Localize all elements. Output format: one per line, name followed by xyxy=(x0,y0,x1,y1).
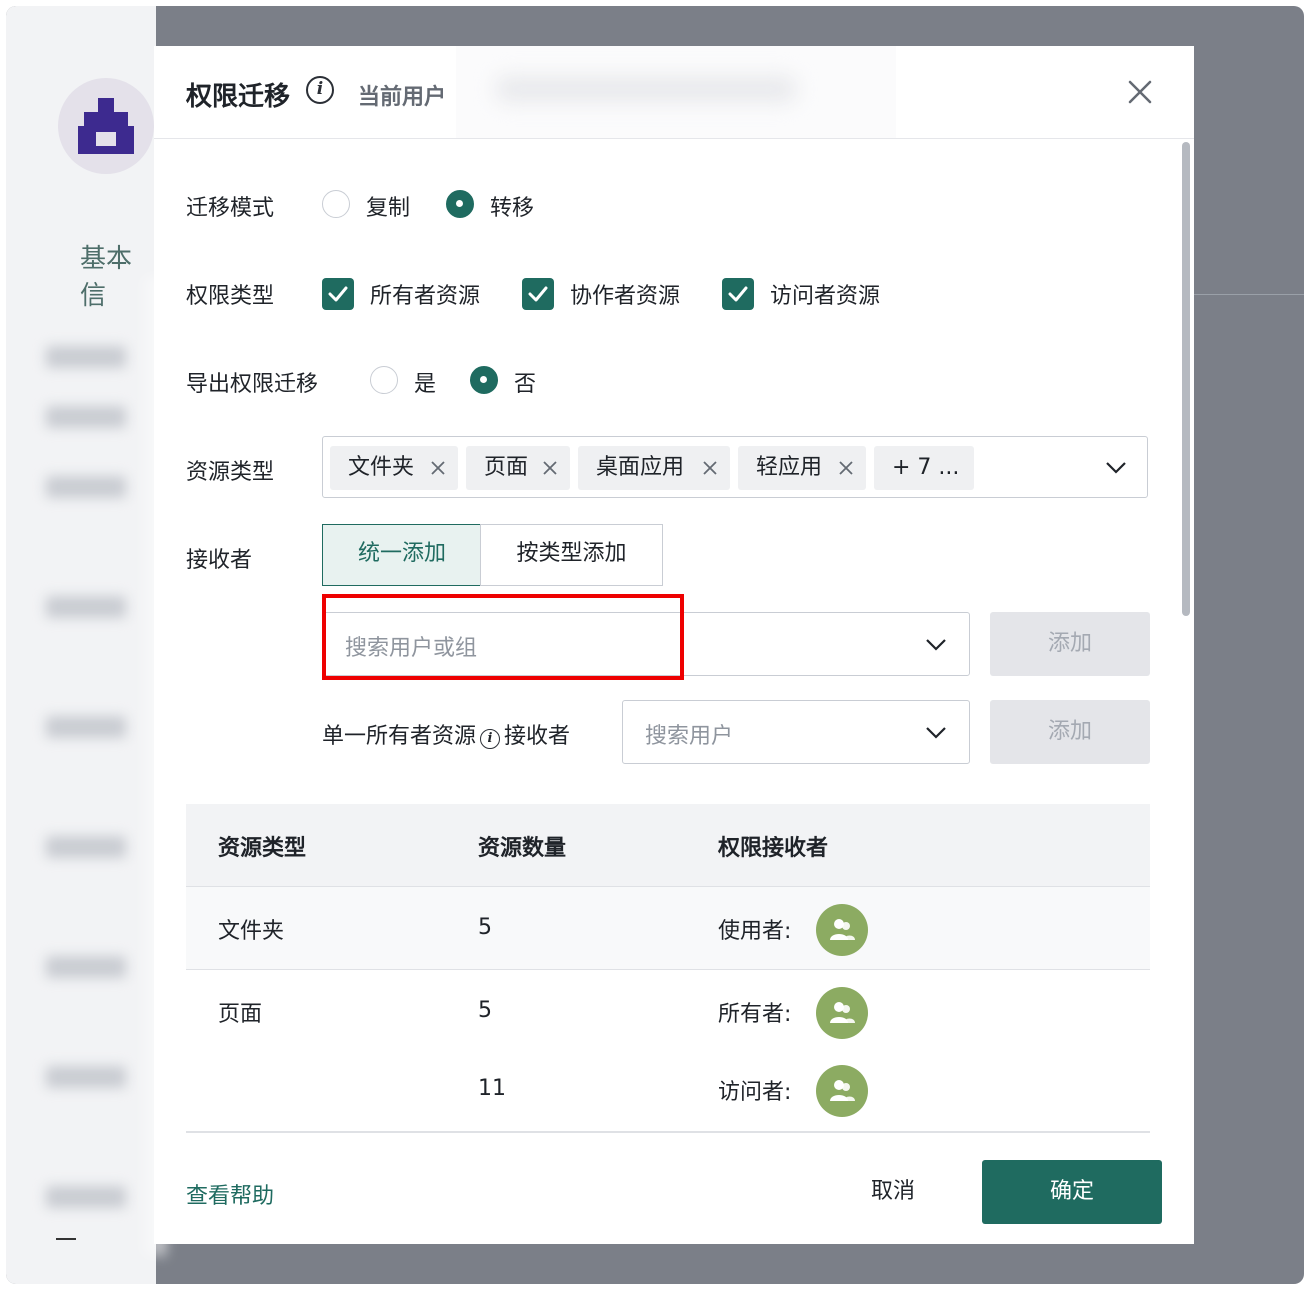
tag-desktop-app-label: 桌面应用 xyxy=(596,455,685,480)
export-migration-label: 导出权限迁移 xyxy=(186,372,319,397)
tab-unified-add[interactable]: 统一添加 xyxy=(322,524,482,586)
receiver-label: 接收者 xyxy=(186,548,253,573)
avatar[interactable] xyxy=(816,1065,868,1117)
tag-light-app: 轻应用 xyxy=(738,446,866,490)
close-icon xyxy=(1128,80,1152,104)
add-receiver-button[interactable]: 添加 xyxy=(990,612,1150,676)
single-owner-search-placeholder: 搜索用户 xyxy=(645,724,734,749)
scrollbar[interactable] xyxy=(1182,142,1190,616)
cell-receiver-role: 使用者: xyxy=(718,919,792,944)
resource-type-label: 资源类型 xyxy=(186,460,275,485)
current-user-label: 当前用户 xyxy=(358,85,447,110)
column-header: 资源类型 xyxy=(218,836,307,861)
tag-light-app-label: 轻应用 xyxy=(756,455,823,480)
single-owner-text: 单一所有者资源 xyxy=(322,724,477,749)
cell-resource-count: 5 xyxy=(478,998,492,1023)
help-link[interactable]: 查看帮助 xyxy=(186,1178,274,1210)
check-icon xyxy=(328,286,348,302)
user-group-icon xyxy=(830,1002,855,1023)
tag-desktop-app: 桌面应用 xyxy=(578,446,730,490)
avatar[interactable] xyxy=(816,904,868,956)
tag-page: 页面 xyxy=(466,446,570,490)
close-button[interactable] xyxy=(1126,78,1154,106)
tag-remove-icon[interactable] xyxy=(702,460,718,476)
radio-transfer-label: 转移 xyxy=(490,196,535,221)
receiver-search-placeholder: 搜索用户或组 xyxy=(345,636,478,661)
checkbox-owner-resources[interactable] xyxy=(322,278,354,310)
dialog-title: 权限迁移 xyxy=(186,82,291,112)
single-owner-label: 单一所有者资源 i 接收者 xyxy=(322,718,570,750)
user-group-icon xyxy=(830,919,855,940)
tab-add-by-type[interactable]: 按类型添加 xyxy=(480,524,663,586)
confirm-button[interactable]: 确定 xyxy=(982,1160,1162,1224)
tag-remove-icon[interactable] xyxy=(542,460,558,476)
app-logo xyxy=(58,78,154,174)
cell-resource-count: 5 xyxy=(478,915,492,940)
tag-remove-icon[interactable] xyxy=(838,460,854,476)
permission-type-label: 权限类型 xyxy=(186,284,275,309)
receiver-search-select[interactable]: 搜索用户或组 xyxy=(322,612,970,676)
background-divider-line xyxy=(1194,294,1304,295)
checkbox-collaborator-resources[interactable] xyxy=(522,278,554,310)
single-receiver-text: 接收者 xyxy=(504,724,571,749)
chevron-down-icon xyxy=(926,639,946,651)
radio-export-yes-label: 是 xyxy=(414,372,437,397)
migrate-mode-label: 迁移模式 xyxy=(186,196,275,221)
add-single-owner-button[interactable]: 添加 xyxy=(990,700,1150,764)
checkbox-visitor-label: 访问者资源 xyxy=(770,284,881,309)
column-header: 权限接收者 xyxy=(718,836,829,861)
dialog-header: 权限迁移 i 当前用户 xyxy=(154,46,1194,139)
tag-folder-label: 文件夹 xyxy=(348,455,415,480)
table-header: 资源类型 资源数量 权限接收者 xyxy=(186,804,1150,887)
avatar[interactable] xyxy=(816,987,868,1039)
cell-receiver-role: 访问者: xyxy=(718,1080,792,1105)
check-icon xyxy=(528,286,548,302)
tag-folder: 文件夹 xyxy=(330,446,458,490)
cell-resource-count: 11 xyxy=(478,1076,506,1101)
cancel-button[interactable]: 取消 xyxy=(848,1160,938,1224)
table-bottom-border xyxy=(186,1131,1150,1133)
cell-resource-type: 文件夹 xyxy=(218,919,285,944)
radio-export-yes[interactable] xyxy=(370,366,398,394)
info-icon[interactable]: i xyxy=(306,76,334,104)
table-row: 文件夹 5 使用者: xyxy=(186,887,1150,970)
tag-more[interactable]: + 7 ... xyxy=(874,446,974,490)
radio-transfer[interactable] xyxy=(446,190,474,218)
user-group-icon xyxy=(830,1080,855,1101)
checkbox-visitor-resources[interactable] xyxy=(722,278,754,310)
check-icon xyxy=(728,286,748,302)
resource-type-select[interactable]: 文件夹 页面 桌面应用 轻应用 + 7 ... xyxy=(322,436,1148,498)
tag-page-label: 页面 xyxy=(484,455,529,480)
chevron-down-icon xyxy=(1106,462,1126,474)
checkbox-collaborator-label: 协作者资源 xyxy=(570,284,681,309)
info-icon[interactable]: i xyxy=(480,729,501,749)
logo-icon xyxy=(78,98,134,154)
current-user-value xyxy=(456,46,896,138)
radio-export-no-label: 否 xyxy=(514,372,537,397)
radio-copy[interactable] xyxy=(322,190,350,218)
radio-export-no[interactable] xyxy=(470,366,498,394)
radio-copy-label: 复制 xyxy=(366,196,411,221)
single-owner-search-select[interactable]: 搜索用户 xyxy=(622,700,970,764)
permission-migration-dialog: 权限迁移 i 当前用户 迁移模式 复制 转移 权限类型 所有者资源 协作者资源 … xyxy=(154,46,1194,1244)
cell-resource-type: 页面 xyxy=(218,1002,263,1027)
chevron-down-icon xyxy=(926,727,946,739)
checkbox-owner-label: 所有者资源 xyxy=(370,284,481,309)
background-divider xyxy=(56,1238,76,1240)
cell-receiver-role: 所有者: xyxy=(718,1002,792,1027)
tag-remove-icon[interactable] xyxy=(430,460,446,476)
column-header: 资源数量 xyxy=(478,836,567,861)
background-panel: 基本信 xyxy=(6,6,156,1284)
